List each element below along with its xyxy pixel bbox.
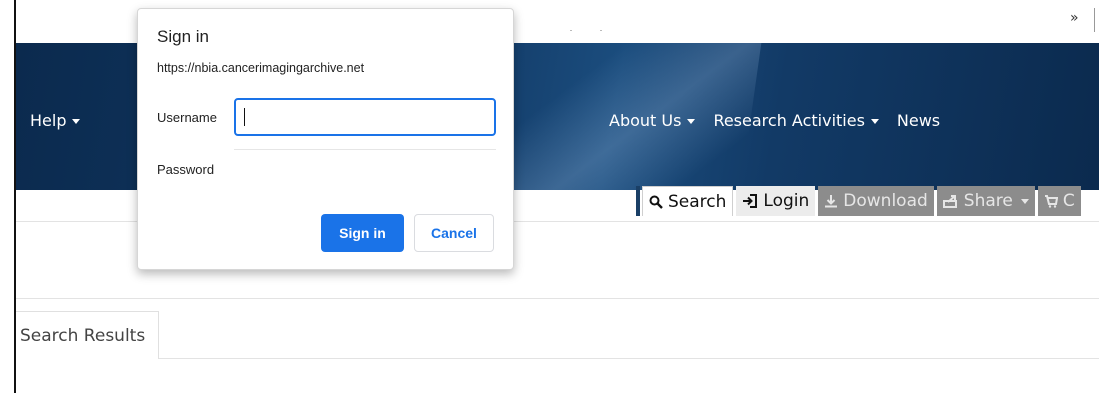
share-tab[interactable]: Share [936, 186, 1035, 216]
cart-tab[interactable]: C [1037, 186, 1081, 216]
dialog-title: Sign in [157, 27, 209, 46]
nav-about-us[interactable]: About Us [609, 111, 696, 130]
login-tab-label: Login [763, 191, 810, 211]
toolbar-divider [1094, 8, 1095, 32]
cancel-button[interactable]: Cancel [414, 214, 494, 252]
nav-research-activities-label: Research Activities [713, 111, 865, 130]
password-label: Password [157, 162, 215, 177]
username-input[interactable] [234, 98, 496, 136]
toolbar-dot [600, 30, 602, 31]
signin-button[interactable]: Sign in [321, 214, 404, 252]
main-nav: About Us Research Activities News [609, 111, 940, 130]
download-icon [825, 195, 838, 208]
search-tab-label: Search [668, 191, 727, 212]
browser-viewport: » Help About Us Research Activities News… [0, 0, 1099, 393]
search-tab[interactable]: Search [642, 186, 734, 216]
login-icon [743, 194, 758, 208]
caret-down-icon [1020, 198, 1029, 204]
text-cursor [244, 108, 245, 126]
tool-tabs: Search Login Download Share C [636, 186, 1084, 216]
cart-tab-label: C [1062, 191, 1075, 211]
tab-accent-bar [636, 186, 640, 216]
share-icon [942, 195, 957, 208]
nav-about-us-label: About Us [609, 111, 682, 130]
username-underline [234, 149, 496, 150]
tab-search-results[interactable]: Search Results [16, 311, 159, 359]
cart-icon [1044, 195, 1058, 208]
caret-down-icon [687, 119, 696, 124]
dialog-url: https://nbia.cancerimagingarchive.net [157, 61, 365, 75]
section-divider [159, 358, 1099, 359]
nav-help-label: Help [30, 111, 67, 130]
share-tab-label: Share [963, 191, 1013, 211]
caret-down-icon [870, 119, 879, 124]
bookmarks-overflow-button[interactable]: » [1070, 10, 1079, 26]
login-tab[interactable]: Login [736, 186, 816, 216]
search-icon [649, 195, 663, 209]
nav-news[interactable]: News [897, 111, 940, 130]
caret-down-icon [72, 119, 81, 124]
nav-help-menu[interactable]: Help [30, 111, 81, 130]
username-label: Username [157, 110, 217, 125]
toolbar-dot [570, 30, 572, 31]
download-tab-label: Download [843, 191, 928, 211]
download-tab[interactable]: Download [818, 186, 934, 216]
signin-dialog: Sign in https://nbia.cancerimagingarchiv… [137, 8, 514, 270]
nav-research-activities[interactable]: Research Activities [713, 111, 879, 130]
section-divider [16, 298, 1099, 299]
